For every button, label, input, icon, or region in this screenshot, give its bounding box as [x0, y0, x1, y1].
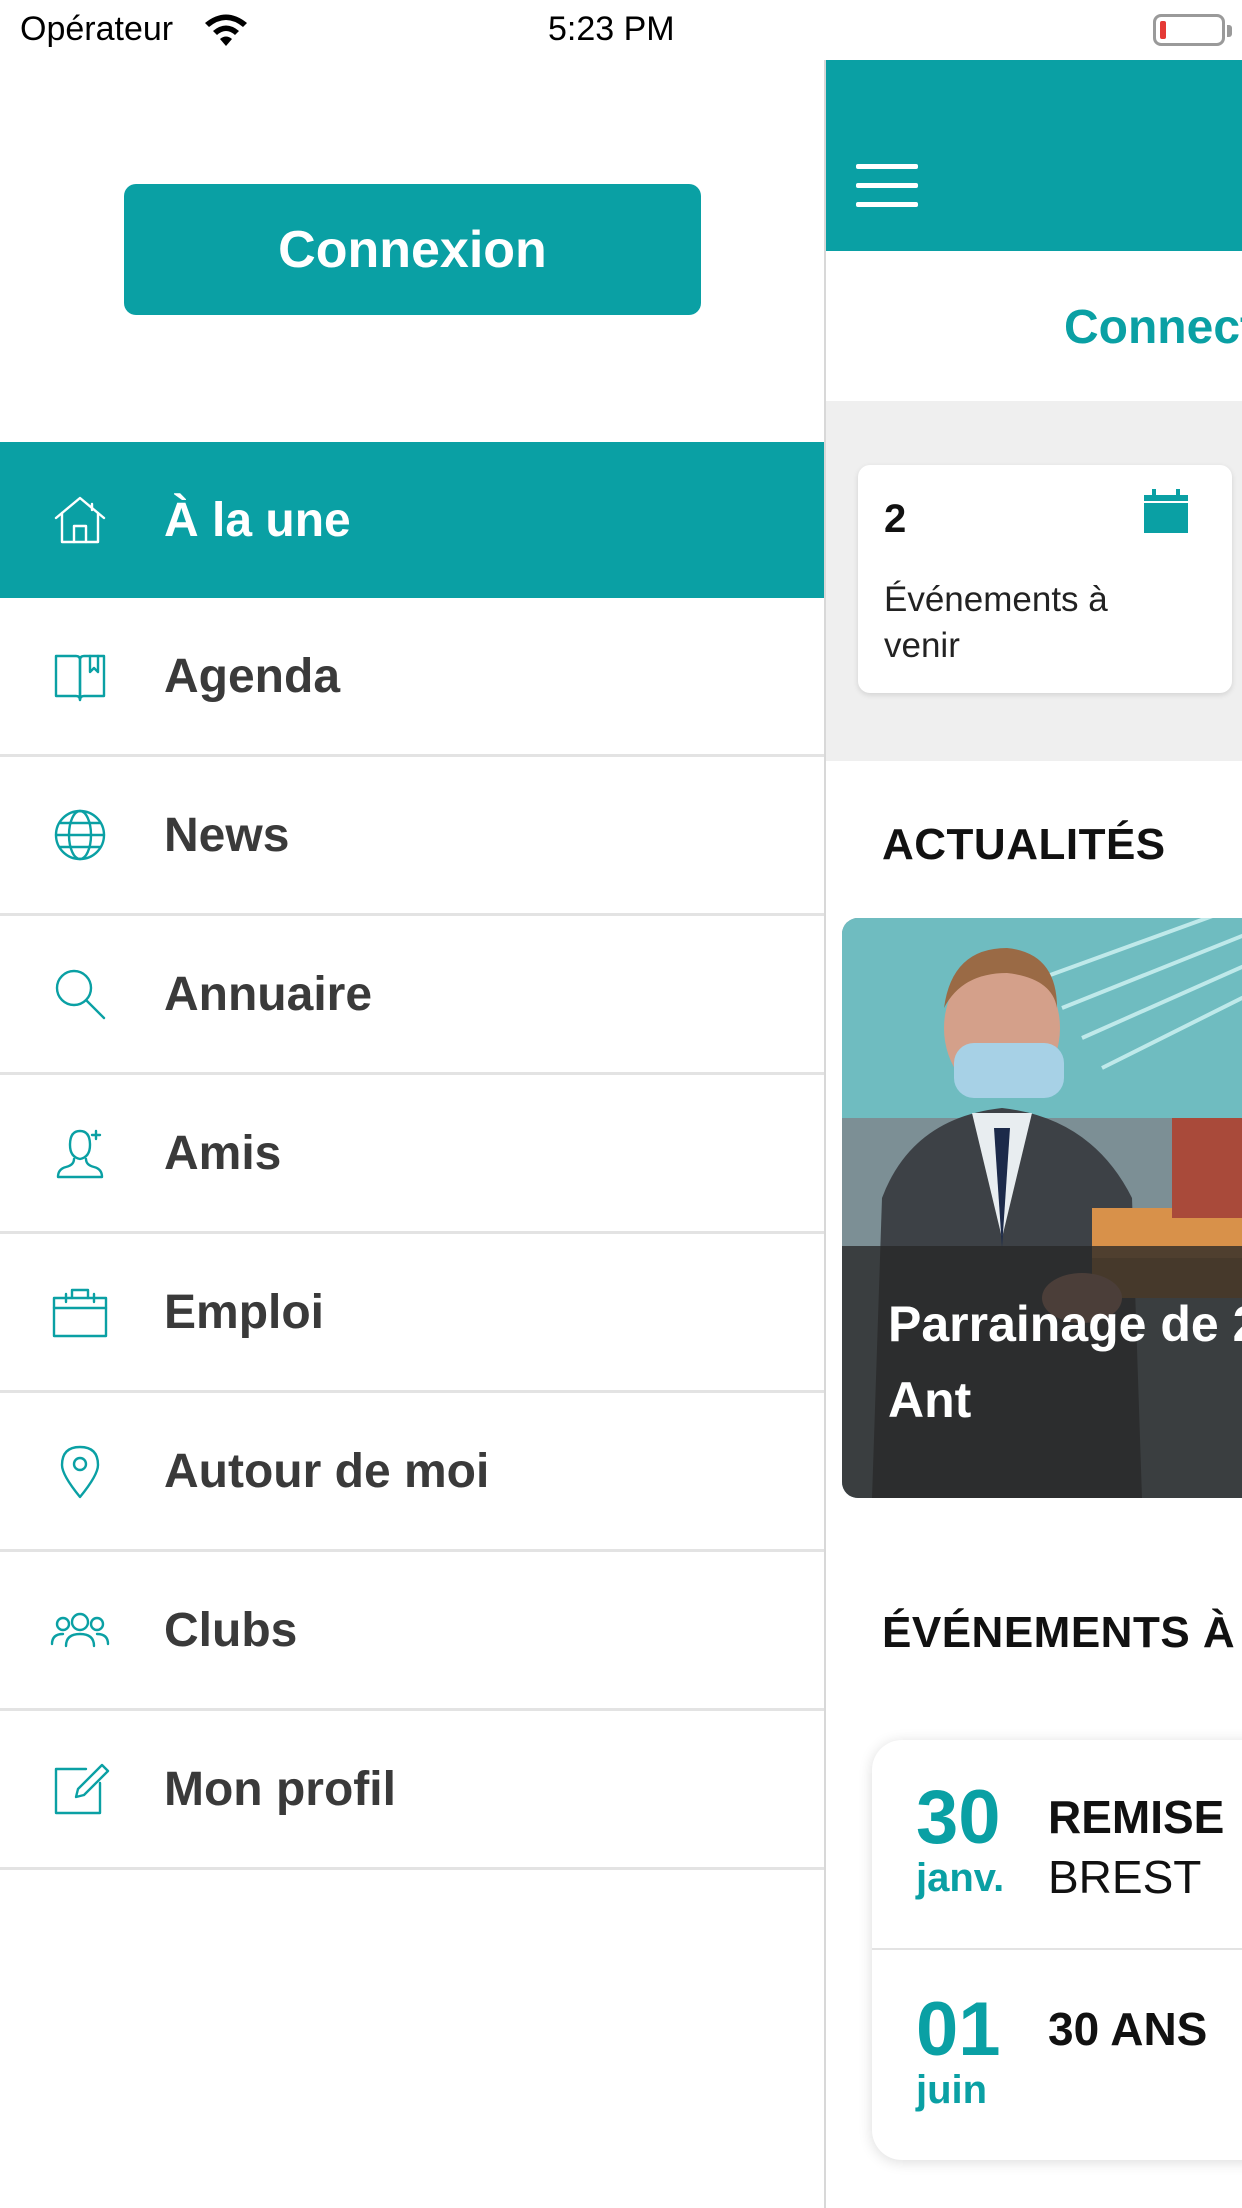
- menu-item-label: Annuaire: [164, 967, 373, 1021]
- events-card: 30 janv. REMISE BREST 01 juin 30 ANS: [872, 1740, 1242, 2160]
- briefcase-icon: [50, 1282, 110, 1342]
- menu-item-label: Clubs: [164, 1603, 298, 1657]
- news-title: Parrainage de 2021, par Ant: [888, 1296, 1242, 1428]
- edit-profile-icon: [50, 1759, 110, 1819]
- news-card[interactable]: Parrainage de 2021, par Ant: [842, 918, 1242, 1498]
- menu-item-label: Amis: [164, 1126, 282, 1180]
- menu-item-label: À la une: [164, 493, 351, 547]
- menu-item-label: Emploi: [164, 1285, 325, 1339]
- clock: 5:23 PM: [548, 10, 675, 48]
- calendar-icon: [1144, 489, 1188, 533]
- carrier-name: Opérateur: [20, 10, 174, 48]
- add-friend-icon: [50, 1123, 110, 1183]
- event-subtitle: BREST: [1048, 1851, 1202, 1903]
- menu-item-annuaire[interactable]: Annuaire: [0, 916, 824, 1075]
- menu-item-label: Mon profil: [164, 1762, 396, 1816]
- main-content-panel[interactable]: Connect 2 Événements à venir ACTUALITÉS: [824, 60, 1242, 2208]
- menu-item-news[interactable]: News: [0, 757, 824, 916]
- events-section-title: ÉVÉNEMENTS À: [882, 1608, 1236, 1657]
- home-icon: [50, 490, 110, 550]
- menu-item-label: News: [164, 808, 290, 862]
- event-title: REMISE: [1048, 1791, 1225, 1843]
- search-icon: [50, 964, 110, 1024]
- wifi-icon: [205, 14, 247, 46]
- stat-label: Événements à venir: [884, 580, 1108, 665]
- event-month: janv.: [916, 1856, 1005, 1900]
- menu-list: À la une Agenda News Annuaire Amis Emplo…: [0, 442, 824, 1870]
- battery-icon: [1153, 14, 1232, 46]
- menu-item-agenda[interactable]: Agenda: [0, 598, 824, 757]
- group-icon: [50, 1600, 110, 1660]
- menu-item-clubs[interactable]: Clubs: [0, 1552, 824, 1711]
- globe-icon: [50, 805, 110, 865]
- menu-item-autour-de-moi[interactable]: Autour de moi: [0, 1393, 824, 1552]
- menu-item-mon-profil[interactable]: Mon profil: [0, 1711, 824, 1870]
- event-row[interactable]: 01 juin 30 ANS: [872, 1952, 1242, 2160]
- menu-item-label: Agenda: [164, 649, 341, 703]
- menu-item-a-la-une[interactable]: À la une: [0, 442, 824, 598]
- book-icon: [50, 646, 110, 706]
- event-month: juin: [916, 2068, 988, 2112]
- menu-item-emploi[interactable]: Emploi: [0, 1234, 824, 1393]
- top-app-bar: [826, 60, 1242, 251]
- connect-link[interactable]: Connect: [1064, 300, 1242, 355]
- event-row[interactable]: 30 janv. REMISE BREST: [872, 1740, 1242, 1950]
- stat-count: 2: [884, 497, 907, 541]
- location-pin-icon: [50, 1441, 110, 1501]
- upcoming-events-stat-card[interactable]: 2 Événements à venir: [858, 465, 1232, 693]
- menu-item-label: Autour de moi: [164, 1444, 490, 1498]
- menu-item-amis[interactable]: Amis: [0, 1075, 824, 1234]
- hamburger-menu-icon[interactable]: [856, 164, 918, 208]
- news-section-title: ACTUALITÉS: [882, 820, 1166, 869]
- status-bar: Opérateur 5:23 PM: [0, 0, 1242, 60]
- event-title: 30 ANS: [1048, 2003, 1208, 2055]
- connexion-button[interactable]: Connexion: [124, 184, 701, 315]
- event-day: 30: [916, 1775, 1001, 1860]
- event-day: 01: [916, 1987, 1001, 2072]
- side-menu: Connexion À la une Agenda News Annuaire: [0, 0, 824, 2208]
